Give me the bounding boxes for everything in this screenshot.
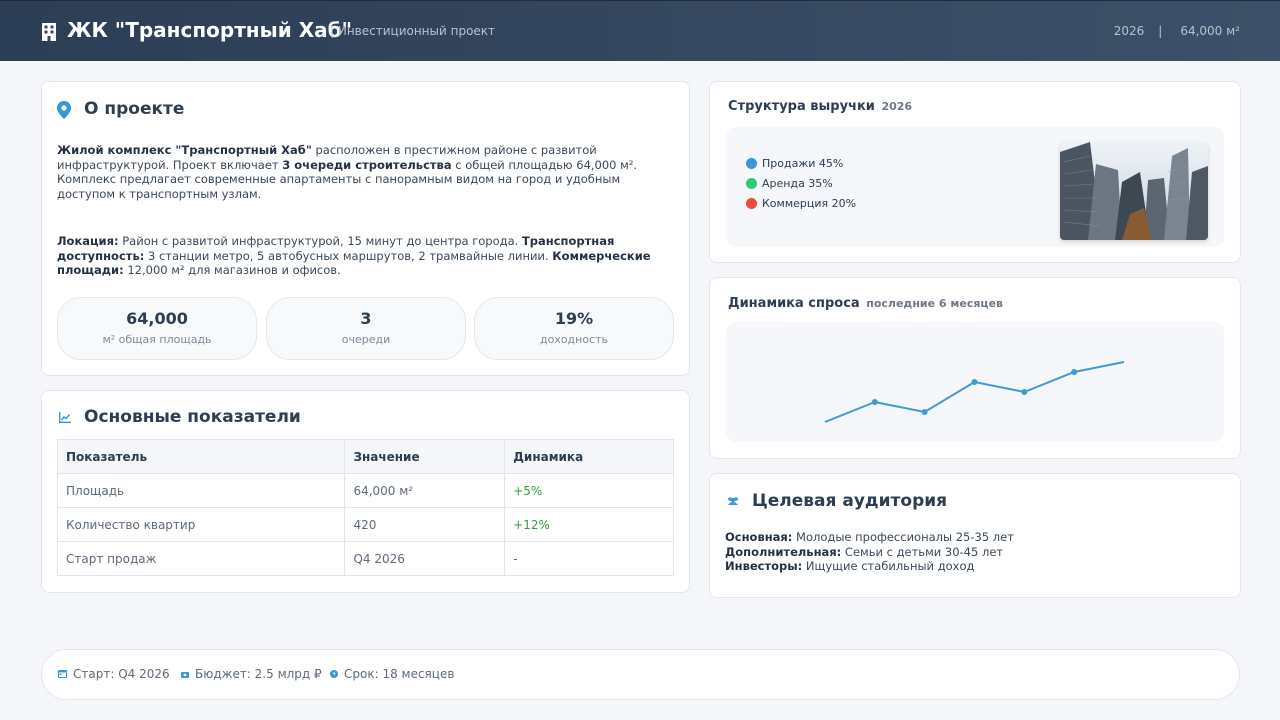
about-p1-bold-1: Жилой комплекс "Транспортный Хаб"	[57, 143, 312, 157]
metrics-card: Основные показатели Показатель Значение …	[41, 390, 690, 593]
audience-primary: Основная: Молодые профессионалы 25-35 ле…	[725, 530, 1014, 544]
footer-bar: Старт: Q4 2026 Бюджет: 2.5 млрд ₽ Срок: …	[41, 649, 1240, 700]
demand-title: Динамика спроса	[728, 296, 860, 311]
demand-period-badge: последние 6 месяцев	[866, 297, 1004, 310]
audience-label: Инвесторы:	[725, 559, 803, 573]
location-text: Район с развитой инфраструктурой, 15 мин…	[118, 234, 522, 248]
about-heading: О проекте	[84, 99, 185, 119]
footer-term-text: Срок: 18 месяцев	[344, 667, 455, 681]
table-cell: 420	[344, 507, 506, 542]
legend-label: Продажи 45%	[762, 157, 844, 170]
about-card: О проекте Жилой комплекс "Транспортный Х…	[41, 81, 690, 376]
audience-label: Дополнительная:	[725, 545, 842, 559]
table-cell: Площадь	[56, 473, 346, 508]
data-point	[921, 409, 928, 415]
legend-dot	[746, 158, 757, 169]
table-header-row: Показатель Значение Динамика	[56, 439, 674, 474]
revenue-heading: Структура выручки 2026	[728, 99, 912, 114]
footer-budget-text: Бюджет: 2.5 млрд ₽	[195, 667, 322, 681]
footer-start-text: Старт: Q4 2026	[73, 667, 170, 681]
table-cell: -	[504, 541, 674, 576]
revenue-year-badge: 2026	[881, 100, 913, 113]
legend-item-commerce: Коммерция 20%	[746, 197, 856, 210]
legend-dot	[746, 178, 757, 189]
map-pin-icon	[57, 101, 71, 119]
metrics-table: Показатель Значение Динамика Площадь 64,…	[56, 439, 674, 576]
commercial-text: 12,000 м² для магазинов и офисов.	[123, 263, 341, 277]
stat-yield: 19% доходность	[474, 297, 674, 360]
revenue-panel: Продажи 45% Аренда 35% Коммерция 20%	[726, 127, 1224, 247]
table-cell: Старт продаж	[56, 541, 346, 576]
stat-phases: 3 очереди	[266, 297, 466, 360]
stat-area: 64,000 м² общая площадь	[57, 297, 257, 360]
table-cell: Количество квартир	[56, 507, 346, 542]
column-header: Динамика	[504, 439, 674, 474]
demand-card: Динамика спроса последние 6 месяцев	[709, 277, 1241, 459]
audience-heading: Целевая аудитория	[752, 491, 948, 511]
audience-text: Семьи с детьми 30-45 лет	[841, 545, 1004, 559]
audience-card: Целевая аудитория Основная: Молодые проф…	[709, 473, 1241, 598]
page-title: ЖК "Транспортный Хаб"	[67, 18, 352, 42]
audience-secondary: Дополнительная: Семьи с детьми 30-45 лет	[725, 545, 1003, 559]
audience-text: Ищущие стабильный доход	[802, 559, 975, 573]
about-p1-bold-2: 3 очереди строительства	[282, 157, 452, 172]
page-header: ЖК "Транспортный Хаб" | Инвестиционный п…	[0, 0, 1280, 61]
header-area: 64,000 м²	[1180, 24, 1240, 38]
data-point	[971, 379, 978, 385]
money-icon	[181, 672, 189, 678]
about-details: Локация: Район с развитой инфраструктуро…	[57, 234, 682, 278]
data-point	[871, 399, 878, 405]
footer-term: Срок: 18 месяцев	[330, 667, 454, 681]
building-photo	[1060, 142, 1208, 240]
stat-label: доходность	[539, 333, 609, 346]
stat-label: очереди	[341, 333, 391, 346]
table-cell: +12%	[504, 507, 674, 542]
footer-start: Старт: Q4 2026	[58, 667, 170, 681]
stat-value: 3	[360, 309, 372, 328]
footer-budget: Бюджет: 2.5 млрд ₽	[181, 667, 322, 681]
clock-icon	[330, 670, 338, 678]
demand-line-chart	[824, 361, 1125, 423]
audience-text: Молодые профессионалы 25-35 лет	[792, 530, 1014, 544]
header-separator: |	[1158, 24, 1163, 38]
page-subtitle: | Инвестиционный проект	[330, 24, 496, 38]
series-line	[824, 361, 1125, 423]
audience-investors: Инвесторы: Ищущие стабильный доход	[725, 559, 974, 573]
demand-heading: Динамика спроса последние 6 месяцев	[728, 296, 1003, 311]
header-year: 2026	[1113, 24, 1145, 38]
revenue-title: Структура выручки	[728, 99, 875, 114]
metrics-heading: Основные показатели	[84, 407, 301, 427]
legend-label: Аренда 35%	[762, 177, 833, 190]
data-point	[1021, 389, 1028, 395]
table-row: Количество квартир 420 +12%	[56, 507, 674, 542]
legend-item-sales: Продажи 45%	[746, 157, 843, 170]
users-icon	[728, 497, 738, 505]
stat-value: 19%	[554, 309, 594, 328]
table-row: Площадь 64,000 м² +5%	[56, 473, 674, 508]
data-point	[1071, 369, 1078, 375]
table-cell: 64,000 м²	[344, 473, 506, 508]
column-header: Показатель	[56, 439, 346, 474]
legend-label: Коммерция 20%	[762, 197, 857, 210]
table-row: Старт продаж Q4 2026 -	[56, 541, 674, 576]
transport-text: 3 станции метро, 5 автобусных маршрутов,…	[144, 248, 553, 263]
building-icon	[42, 23, 56, 41]
demand-chart-panel	[726, 322, 1224, 442]
line-chart-icon	[59, 412, 71, 423]
skyscrapers-image	[1060, 142, 1208, 240]
column-header: Значение	[344, 439, 506, 474]
legend-dot	[746, 198, 757, 209]
table-cell: Q4 2026	[344, 541, 506, 576]
table-cell: +5%	[504, 473, 674, 508]
legend-item-rent: Аренда 35%	[746, 177, 833, 190]
location-label: Локация:	[57, 234, 119, 248]
audience-label: Основная:	[725, 530, 793, 544]
calendar-icon	[58, 670, 67, 678]
stat-label: м² общая площадь	[102, 333, 212, 346]
header-meta: 2026 | 64,000 м²	[1114, 24, 1240, 38]
revenue-card: Структура выручки 2026 Продажи 45% Аренд…	[709, 81, 1241, 263]
about-description: Жилой комплекс "Транспортный Хаб" распол…	[57, 143, 677, 201]
stat-value: 64,000	[126, 309, 188, 328]
